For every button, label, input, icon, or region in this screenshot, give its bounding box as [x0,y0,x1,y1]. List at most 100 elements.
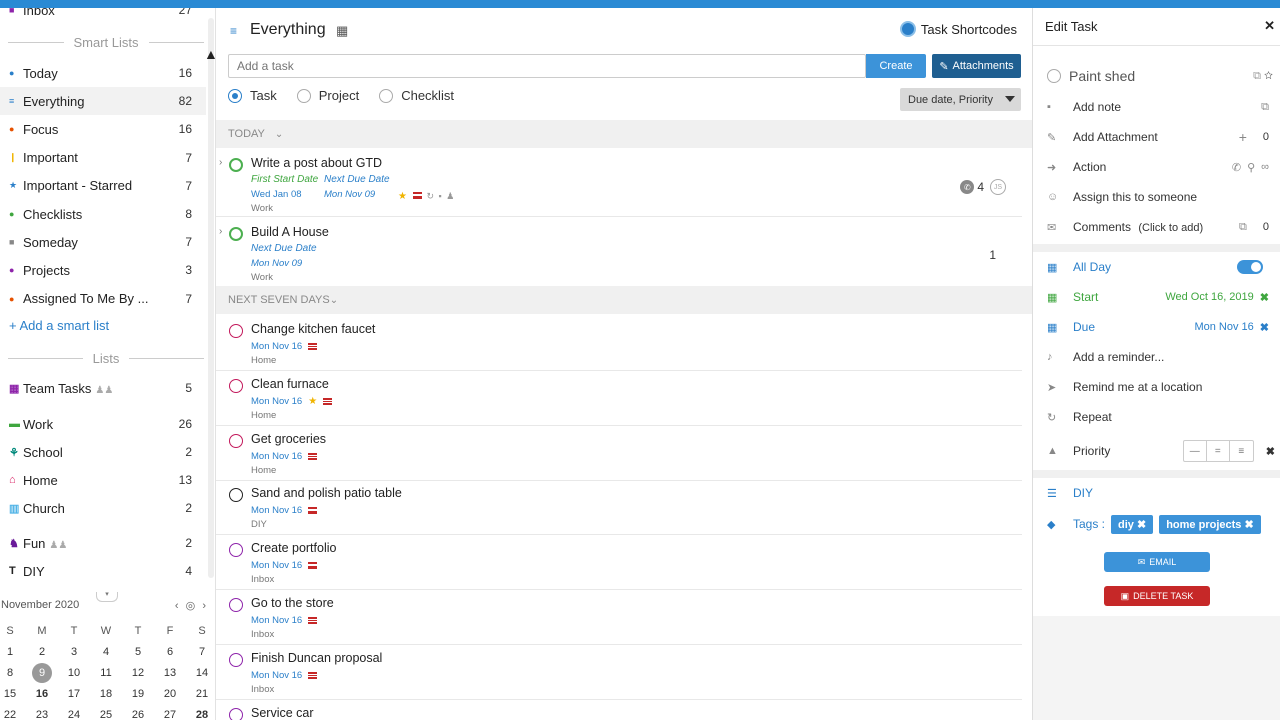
task-checkbox[interactable] [229,488,243,503]
task-row[interactable]: Get groceries Mon Nov 16 Home [216,427,1022,481]
calendar-day[interactable]: 22 [0,704,26,720]
repeat-row[interactable]: ↻ Repeat [1033,402,1280,432]
calendar-day[interactable]: 19 [122,683,154,704]
task-row[interactable]: Create portfolio Mon Nov 16 Inbox [216,536,1022,591]
calendar-day[interactable]: 9 [26,662,58,683]
open-external-icon[interactable]: ⧉ [1253,70,1261,82]
calendar-day[interactable]: 7 [186,641,215,662]
task-row[interactable]: › Write a post about GTD First Start Dat… [216,151,1022,217]
plus-icon[interactable]: + [1239,129,1247,145]
task-row[interactable]: › Build A House Next Due Date Mon Nov 09… [216,220,1022,286]
clear-priority-icon[interactable]: ✖ [1266,445,1275,458]
task-checkbox[interactable] [229,324,243,338]
sidebar-item-today[interactable]: ● Today 16 [0,59,206,87]
open-external-icon[interactable]: ⧉ [1261,101,1269,114]
task-row[interactable]: Sand and polish patio table Mon Nov 16 DIY [216,481,1022,536]
calendar-day[interactable]: 11 [90,662,122,683]
task-checkbox[interactable] [229,707,243,720]
task-checkbox[interactable] [229,227,243,241]
add-attachment-row[interactable]: ✎ Add Attachment +0 [1033,122,1280,152]
create-button[interactable]: Create [866,54,926,78]
sidebar-item-checklists[interactable]: ● Checklists 8 [0,200,206,228]
due-date-row[interactable]: ▦ Due Mon Nov 16 ✖ [1033,312,1280,342]
task-row[interactable]: Service car [216,701,1022,720]
sidebar-item-important-starred[interactable]: ★ Important - Starred 7 [0,172,206,200]
calendar-day[interactable]: 23 [26,704,58,720]
calendar-day[interactable]: 27 [154,704,186,720]
add-task-input[interactable] [228,54,866,78]
task-title-field[interactable]: Paint shed [1047,68,1135,84]
sidebar-item-assigned-to-me-by[interactable]: ● Assigned To Me By ... 7 [0,285,206,313]
clear-start-icon[interactable]: ✖ [1260,291,1269,304]
task-shortcodes-button[interactable]: Task Shortcodes [899,21,1017,37]
task-row[interactable]: Go to the store Mon Nov 16 Inbox [216,591,1022,645]
calendar-day[interactable]: 14 [186,662,215,683]
clear-due-icon[interactable]: ✖ [1260,321,1269,334]
tag-chip[interactable]: diy ✖ [1111,514,1154,534]
calendar-day[interactable]: 15 [0,683,26,704]
sidebar-list-fun[interactable]: ♞ Fun ♟♟ 2 [0,529,206,557]
tag-chip[interactable]: home projects ✖ [1159,514,1261,534]
expand-arrow-icon[interactable]: › [219,157,222,168]
all-day-toggle[interactable] [1237,260,1263,274]
reminder-row[interactable]: ♪ Add a reminder... [1033,342,1280,372]
task-complete-checkbox[interactable] [1047,69,1061,83]
list-row[interactable]: ☰ DIY [1033,478,1280,508]
section-today[interactable]: TODAY ⌄ [216,120,1032,148]
priority-selector[interactable]: — = ≡ [1182,440,1254,462]
sidebar-item-everything[interactable]: ≡ Everything 82 [0,87,206,116]
task-row[interactable]: Clean furnace Mon Nov 16 ★ Home [216,372,1022,426]
calendar-day[interactable]: 21 [186,683,215,704]
close-icon[interactable]: ✕ [1264,18,1275,34]
task-checkbox[interactable] [229,158,243,172]
sidebar-list-church[interactable]: ▥ Church 2 [0,494,206,522]
sidebar-list-work[interactable]: ▬ Work 26 [0,410,206,438]
calendar-day[interactable]: 24 [58,704,90,720]
add-smart-list-link[interactable]: + Add a smart list [9,318,109,333]
calendar-day[interactable]: 18 [90,683,122,704]
calendar-day[interactable]: 26 [122,704,154,720]
prev-month-icon[interactable]: ‹ [175,600,179,612]
calendar-day[interactable]: 6 [154,641,186,662]
sidebar-item-important[interactable]: ❙ Important 7 [0,144,206,172]
sidebar-list-team-tasks[interactable]: ▦ Team Tasks ♟♟ 5 [0,374,206,402]
calendar-day[interactable]: 13 [154,662,186,683]
task-row[interactable]: Finish Duncan proposal Mon Nov 16 Inbox [216,646,1022,700]
task-checkbox[interactable] [229,543,243,558]
star-outline-icon[interactable]: ☆ [1264,70,1273,82]
task-checkbox[interactable] [229,598,243,612]
section-next-seven-days[interactable]: NEXT SEVEN DAYS ⌄ [216,286,1032,314]
sort-dropdown[interactable]: Due date, Priority [900,88,1021,111]
calendar-day[interactable]: 5 [122,641,154,662]
sidebar-item-someday[interactable]: ■ Someday 7 [0,228,206,256]
location-row[interactable]: ➤ Remind me at a location [1033,372,1280,402]
sidebar-list-diy[interactable]: T DIY 4 [0,557,206,585]
task-checkbox[interactable] [229,433,243,448]
task-checkbox[interactable] [229,378,243,393]
sidebar-scrollbar[interactable] [208,18,214,578]
email-button[interactable]: ✉ EMAIL [1104,552,1210,572]
radio-checklist[interactable]: Checklist [379,88,454,103]
open-external-icon[interactable]: ⧉ [1239,221,1247,234]
calendar-day[interactable]: 16 [26,683,58,704]
calendar-day[interactable]: 17 [58,683,90,704]
sidebar-list-home[interactable]: ⌂ Home 13 [0,466,206,494]
task-checkbox[interactable] [229,652,243,667]
assign-row[interactable]: ☺ Assign this to someone [1033,182,1280,212]
expand-arrow-icon[interactable]: › [219,226,222,237]
calendar-day[interactable]: 25 [90,704,122,720]
calendar-day[interactable]: 10 [58,662,90,683]
task-row[interactable]: Change kitchen faucet Mon Nov 16 Home [216,317,1022,371]
radio-project[interactable]: Project [296,88,359,103]
add-note-row[interactable]: ▪ Add note ⧉ [1033,92,1280,122]
calendar-day[interactable]: 20 [154,683,186,704]
calendar-day[interactable]: 1 [0,641,26,662]
today-target-icon[interactable]: ◎ [186,600,196,612]
calendar-day[interactable]: 3 [58,641,90,662]
sidebar-item-projects[interactable]: ● Projects 3 [0,256,206,284]
calendar-collapse-handle[interactable]: ▾ [96,591,118,602]
sidebar-item-focus[interactable]: ● Focus 16 [0,115,206,143]
calendar-day[interactable]: 2 [26,641,58,662]
menu-icon[interactable]: ≡ [230,24,237,38]
calendar-day[interactable]: 12 [122,662,154,683]
